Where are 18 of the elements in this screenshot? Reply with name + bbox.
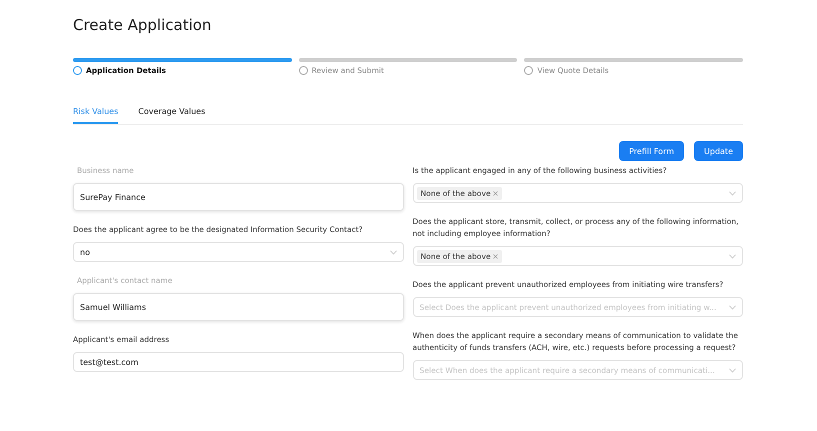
step-circle-icon <box>524 66 534 75</box>
chevron-down-icon <box>729 304 736 310</box>
close-icon[interactable] <box>492 190 498 196</box>
action-button[interactable]: Update <box>694 141 743 161</box>
chevron-down-icon <box>729 368 736 372</box>
step-circle-icon <box>298 66 308 75</box>
chevron-down-icon <box>390 250 396 254</box>
text-field[interactable]: test@test.com <box>73 352 404 372</box>
chevron-down-icon <box>729 254 736 258</box>
close-icon[interactable] <box>492 254 498 258</box>
text-field[interactable]: Samuel Williams <box>73 293 404 321</box>
chevron-down-icon <box>729 190 736 196</box>
page-title: Create Application <box>73 16 212 36</box>
step-circle-icon <box>73 66 82 75</box>
select-field[interactable]: no <box>73 242 404 262</box>
tab[interactable]: Coverage Values <box>138 107 206 124</box>
action-button[interactable]: Prefill Form <box>619 141 684 161</box>
text-field[interactable]: SurePay Finance <box>73 183 404 211</box>
